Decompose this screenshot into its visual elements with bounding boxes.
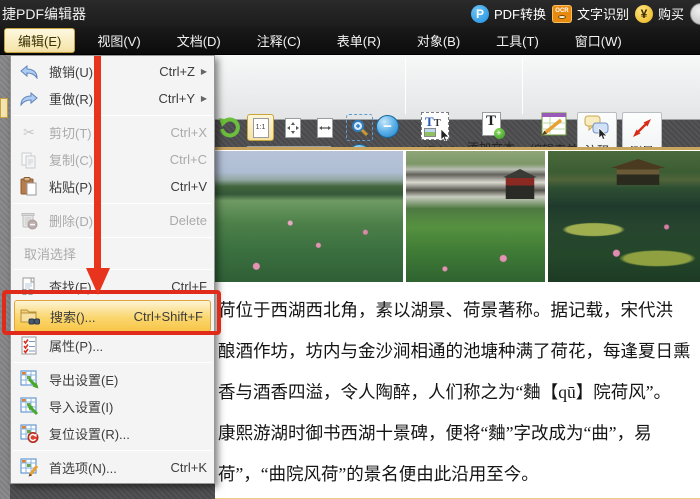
menu-item-reset-settings[interactable]: 复位设置(R)... xyxy=(11,420,214,447)
ocr-label: 文字识别 xyxy=(577,4,629,23)
properties-icon xyxy=(17,336,41,356)
app-title: 捷PDF编辑器 xyxy=(0,4,86,24)
ocr-button[interactable]: OCR 文字识别 xyxy=(552,4,629,23)
menu-separator xyxy=(13,269,212,270)
fit-page-button[interactable] xyxy=(279,114,306,141)
ocr-icon: OCR xyxy=(552,5,572,23)
undo-icon xyxy=(17,62,41,82)
lotus-lake-photo xyxy=(215,151,403,282)
preferences-icon xyxy=(17,458,41,478)
magnifier-icon xyxy=(351,119,369,137)
rotate-ccw-button[interactable] xyxy=(216,115,242,141)
annotation-highlight-box xyxy=(2,290,221,335)
menu-item-import-settings[interactable]: 导入设置(I) xyxy=(11,393,214,420)
paste-icon xyxy=(17,177,41,197)
doc-text-line: 香与酒香四溢，令人陶醉，人们称之为“麯【qū】院荷风”。 xyxy=(218,372,700,413)
menu-bar: 编辑(E) 视图(V) 文档(D) 注释(C) 表单(R) 对象(B) 工具(T… xyxy=(0,27,700,55)
edit-content-icon: TT xyxy=(421,112,449,140)
fit-width-button[interactable] xyxy=(311,114,338,141)
menu-tools[interactable]: 工具(T) xyxy=(482,28,553,53)
account-icon[interactable] xyxy=(690,3,700,25)
edit-form-icon xyxy=(541,112,568,138)
actual-size-icon: 1:1 xyxy=(253,118,269,138)
menu-separator xyxy=(13,203,212,204)
menu-item-redo[interactable]: 重做(R) Ctrl+Y ▶ xyxy=(11,85,214,112)
menu-form[interactable]: 表单(R) xyxy=(323,28,395,53)
menu-object[interactable]: 对象(B) xyxy=(403,28,474,53)
copy-icon xyxy=(17,150,41,170)
lotus-pond-dusk-photo xyxy=(548,151,700,282)
window-left-edge xyxy=(0,55,10,499)
annotation-arrow-head-icon xyxy=(86,268,110,295)
menu-item-export-settings[interactable]: 导出设置(E) xyxy=(11,366,214,393)
doc-text-line: 康熙游湖时御书西湖十景碑，便将“麯”字改成为“曲”，易 xyxy=(218,413,700,454)
menu-item-deselect[interactable]: 取消选择 xyxy=(11,241,214,266)
title-bar: 捷PDF编辑器 P PDF转换 OCR 文字识别 ¥ 购买 xyxy=(0,0,700,27)
menu-separator xyxy=(13,362,212,363)
annotation-arrow-line xyxy=(94,56,101,268)
zoom-out-button[interactable]: − xyxy=(376,115,399,138)
doc-text-line: 荷位于西湖西北角，素以湖景、荷景著称。据记载，宋代洪 xyxy=(218,290,700,331)
submenu-arrow-icon: ▶ xyxy=(195,94,207,103)
menu-view[interactable]: 视图(V) xyxy=(83,28,154,53)
pdf-convert-icon: P xyxy=(471,5,489,23)
trash-icon xyxy=(17,211,41,231)
menu-item-cut[interactable]: ✂ 剪切(T) Ctrl+X xyxy=(11,119,214,146)
menu-document[interactable]: 文档(D) xyxy=(163,28,235,53)
add-text-icon: T + xyxy=(482,112,501,136)
buy-label: 购买 xyxy=(658,4,684,23)
edit-menu-dropdown: 撤销(U) Ctrl+Z ▶ 重做(R) Ctrl+Y ▶ ✂ 剪切(T) Ct… xyxy=(10,55,215,484)
buy-button[interactable]: ¥ 购买 xyxy=(635,4,684,23)
pdf-convert-label: PDF转换 xyxy=(494,4,546,23)
lotus-pavilion-photo xyxy=(406,151,545,282)
menu-item-properties[interactable]: 属性(P)... xyxy=(11,332,214,359)
menu-item-copy[interactable]: 复制(C) Ctrl+C xyxy=(11,146,214,173)
menu-comment[interactable]: 注释(C) xyxy=(243,28,315,53)
doc-text-line: 荷”，“曲院风荷”的景名便由此沿用至今。 xyxy=(218,454,700,495)
submenu-arrow-icon: ▶ xyxy=(195,67,207,76)
export-settings-icon xyxy=(17,370,41,390)
zoom-out-icon: − xyxy=(376,115,399,138)
actual-size-button[interactable]: 1:1 xyxy=(247,114,274,141)
reset-settings-icon xyxy=(17,424,41,444)
menu-separator xyxy=(13,237,212,238)
comment-icon xyxy=(584,115,610,139)
rotate-ccw-icon xyxy=(218,117,240,139)
doc-text-line: 酿酒作坊，坊内与金沙涧相通的池塘种满了荷花，每逢夏日熏 xyxy=(218,331,700,372)
yen-icon: ¥ xyxy=(635,5,653,23)
redo-icon xyxy=(17,89,41,109)
partially-hidden-toolbar-button xyxy=(0,98,8,118)
import-settings-icon xyxy=(17,397,41,417)
menu-item-paste[interactable]: 粘贴(P) Ctrl+V xyxy=(11,173,214,200)
pdf-convert-button[interactable]: P PDF转换 xyxy=(471,4,546,23)
measure-icon xyxy=(630,116,654,140)
fit-width-icon xyxy=(317,118,333,138)
menu-separator xyxy=(13,450,212,451)
photo-row xyxy=(215,151,700,282)
menu-edit[interactable]: 编辑(E) xyxy=(4,28,75,53)
menu-item-undo[interactable]: 撤销(U) Ctrl+Z ▶ xyxy=(11,58,214,85)
fit-page-icon xyxy=(285,118,301,138)
document-page[interactable]: 荷位于西湖西北角，素以湖景、荷景著称。据记载，宋代洪 酿酒作坊，坊内与金沙涧相通… xyxy=(215,147,700,499)
scissors-icon: ✂ xyxy=(17,123,41,143)
marquee-zoom-button[interactable] xyxy=(346,114,373,141)
menu-separator xyxy=(13,115,212,116)
menu-item-delete[interactable]: 删除(D) Delete xyxy=(11,207,214,234)
menu-window[interactable]: 窗口(W) xyxy=(561,28,636,53)
menu-item-preferences[interactable]: 首选项(N)... Ctrl+K xyxy=(11,454,214,481)
document-text: 荷位于西湖西北角，素以湖景、荷景著称。据记载，宋代洪 酿酒作坊，坊内与金沙涧相通… xyxy=(218,290,700,495)
